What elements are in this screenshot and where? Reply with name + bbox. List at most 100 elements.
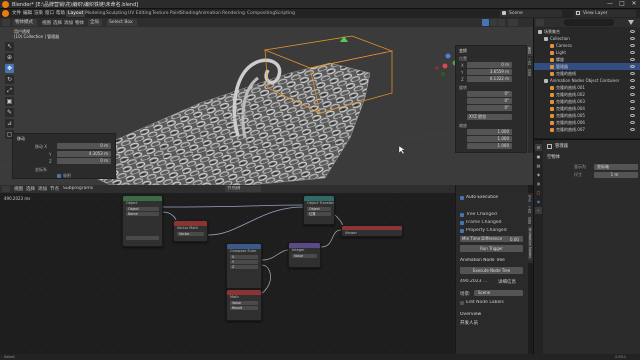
visibility-eye-icon[interactable] bbox=[630, 107, 635, 110]
cursor-tool-icon[interactable]: ⊕ bbox=[5, 53, 14, 62]
details-link[interactable]: 详细信息 bbox=[498, 279, 516, 285]
display-as-dropdown[interactable]: 坐标轴 bbox=[594, 164, 638, 170]
scale-tool-icon[interactable]: ⤢ bbox=[5, 86, 14, 95]
outliner-type-icon[interactable] bbox=[536, 19, 544, 26]
tree-changed-checkbox[interactable] bbox=[460, 213, 464, 217]
tab-scripting[interactable]: Scripting bbox=[273, 10, 297, 17]
world-properties-icon[interactable]: ◍ bbox=[535, 180, 542, 187]
scale-x-field[interactable]: 1.000 bbox=[467, 129, 512, 135]
visibility-eye-icon[interactable] bbox=[630, 114, 635, 117]
node-vector-math-field[interactable]: Vector bbox=[177, 232, 204, 236]
node-math-value[interactable]: Value bbox=[230, 301, 258, 305]
node-integer-value[interactable]: Value bbox=[292, 254, 317, 258]
scene-selector[interactable]: Scene bbox=[500, 10, 562, 17]
outliner-item[interactable]: Camera bbox=[534, 42, 640, 49]
menu-render[interactable]: 渲染 bbox=[34, 10, 43, 16]
outliner-item[interactable]: 克隆的曲线.003 bbox=[534, 98, 640, 105]
menu-edit[interactable]: 编辑 bbox=[23, 10, 32, 16]
filter-icon[interactable] bbox=[628, 20, 634, 25]
3d-viewport[interactable]: 物体模式 视图 选择 添加 物体 全局 Select Box 用户透视 (10)… bbox=[0, 18, 533, 185]
empty-section-header[interactable]: 空物体 bbox=[547, 154, 560, 160]
outliner-item[interactable]: 克隆的曲线.004 bbox=[534, 105, 640, 112]
scale-y-field[interactable]: 1.000 bbox=[467, 136, 512, 142]
blender-menu-icon[interactable] bbox=[2, 10, 9, 17]
tweak-tool-icon[interactable]: ↖ bbox=[5, 42, 14, 51]
tab-animation-nodes[interactable]: Animation Nodes bbox=[528, 226, 532, 260]
rotation-y-field[interactable]: 0° bbox=[467, 98, 512, 104]
visibility-eye-icon[interactable] bbox=[630, 58, 635, 61]
node-compose-y[interactable]: Y bbox=[230, 260, 258, 264]
outliner-item[interactable]: 管理器 bbox=[534, 63, 640, 70]
minimize-button[interactable]: — bbox=[604, 0, 616, 9]
transform-title[interactable]: 变换 bbox=[459, 48, 467, 54]
physics-properties-icon[interactable]: ◉ bbox=[535, 198, 542, 205]
visibility-eye-icon[interactable] bbox=[630, 30, 635, 33]
outliner-item[interactable]: 克隆的曲线.005 bbox=[534, 112, 640, 119]
outliner-item[interactable]: 克隆的曲线 bbox=[534, 70, 640, 77]
node-integer[interactable]: Integer Value bbox=[288, 242, 321, 268]
node-compose-euler[interactable]: Compose Euler X Y Z bbox=[226, 243, 262, 289]
node-object-field[interactable]: Object bbox=[126, 207, 159, 211]
frame-changed-checkbox[interactable] bbox=[460, 221, 464, 225]
menu-help[interactable]: 帮助 bbox=[56, 10, 65, 16]
rotation-z-field[interactable]: 0° bbox=[467, 105, 512, 111]
animation-node-tree-header[interactable]: Animation Node Tree bbox=[460, 258, 505, 263]
outliner-item[interactable]: Light bbox=[534, 49, 640, 56]
outliner-item[interactable]: 克隆的曲线.001 bbox=[534, 84, 640, 91]
outliner-item[interactable]: 螺旋 bbox=[534, 56, 640, 63]
redo-panel-title[interactable]: 移动 bbox=[17, 136, 25, 142]
menu-file[interactable]: 文件 bbox=[12, 10, 21, 16]
snap-checkbox[interactable] bbox=[57, 174, 61, 178]
developer-header[interactable]: 开发人员 bbox=[460, 320, 478, 326]
panel-scene-field[interactable]: Scene bbox=[474, 290, 523, 296]
property-changed-checkbox[interactable] bbox=[460, 229, 464, 233]
close-button[interactable]: ✕ bbox=[628, 0, 640, 9]
outliner-search-input[interactable] bbox=[564, 19, 614, 26]
object-properties-icon[interactable]: ▢ bbox=[535, 189, 542, 196]
node-compose-z[interactable]: Z bbox=[230, 265, 258, 269]
overview-header[interactable]: Overview bbox=[460, 312, 481, 317]
rotation-x-field[interactable]: 0° bbox=[467, 91, 512, 97]
node-output-object[interactable]: Object bbox=[307, 207, 331, 211]
output-properties-icon[interactable]: ▤ bbox=[535, 162, 542, 169]
run-trigger-button[interactable]: Run Trigger bbox=[460, 245, 523, 252]
size-field[interactable]: 1 m bbox=[594, 172, 638, 178]
redo-y-field[interactable]: 4.3053 m bbox=[57, 151, 111, 157]
node-editor[interactable]: 视图 选择 添加 节点 Subprograms 节点树 490.2023 ms … bbox=[0, 185, 455, 360]
node-object-transforms-output[interactable]: Object Transforms Output Object 位置 bbox=[303, 195, 335, 225]
rotate-tool-icon[interactable]: ↻ bbox=[5, 75, 14, 84]
menu-window[interactable]: 窗口 bbox=[45, 10, 54, 16]
location-x-field[interactable]: 0 m bbox=[467, 62, 512, 68]
location-z-field[interactable]: 0.1322 m bbox=[467, 76, 512, 82]
visibility-eye-icon[interactable] bbox=[630, 100, 635, 103]
view-layer-selector[interactable]: View Layer bbox=[574, 10, 636, 17]
node-object-options[interactable] bbox=[126, 236, 159, 240]
measure-tool-icon[interactable]: ⊿ bbox=[5, 119, 14, 128]
redo-x-field[interactable]: 0 m bbox=[57, 143, 111, 149]
edit-node-labels-checkbox[interactable] bbox=[460, 301, 464, 305]
visibility-eye-icon[interactable] bbox=[630, 65, 635, 68]
node-compose-x[interactable]: X bbox=[230, 255, 258, 259]
maximize-button[interactable]: □ bbox=[616, 0, 628, 9]
visibility-eye-icon[interactable] bbox=[630, 37, 635, 40]
node-object-name[interactable]: Name bbox=[126, 212, 159, 216]
outliner-item[interactable]: 克隆的曲线.006 bbox=[534, 119, 640, 126]
auto-execution-checkbox[interactable] bbox=[460, 196, 464, 200]
annotate-tool-icon[interactable]: ✎ bbox=[5, 108, 14, 117]
node-output-location[interactable]: 位置 bbox=[307, 212, 331, 216]
visibility-eye-icon[interactable] bbox=[630, 51, 635, 54]
outliner-item[interactable]: Animation Nodes Object Container bbox=[534, 77, 640, 84]
location-y-field[interactable]: 3.6559 m bbox=[467, 69, 512, 75]
move-tool-icon[interactable]: ✥ bbox=[5, 64, 14, 73]
scale-z-field[interactable]: 1.000 bbox=[467, 143, 512, 149]
visibility-eye-icon[interactable] bbox=[630, 44, 635, 47]
visibility-eye-icon[interactable] bbox=[630, 72, 635, 75]
visibility-eye-icon[interactable] bbox=[630, 79, 635, 82]
tab-animation[interactable]: Animation bbox=[196, 10, 223, 17]
visibility-eye-icon[interactable] bbox=[630, 121, 635, 124]
tool-properties-icon[interactable]: ⚙ bbox=[535, 144, 542, 151]
node-vector-math[interactable]: Vector Math Vector bbox=[173, 220, 208, 242]
redo-z-field[interactable]: 0 m bbox=[57, 158, 111, 164]
node-float-math-result[interactable]: Result bbox=[230, 306, 258, 310]
outliner-item[interactable]: 克隆的曲线.007 bbox=[534, 126, 640, 133]
